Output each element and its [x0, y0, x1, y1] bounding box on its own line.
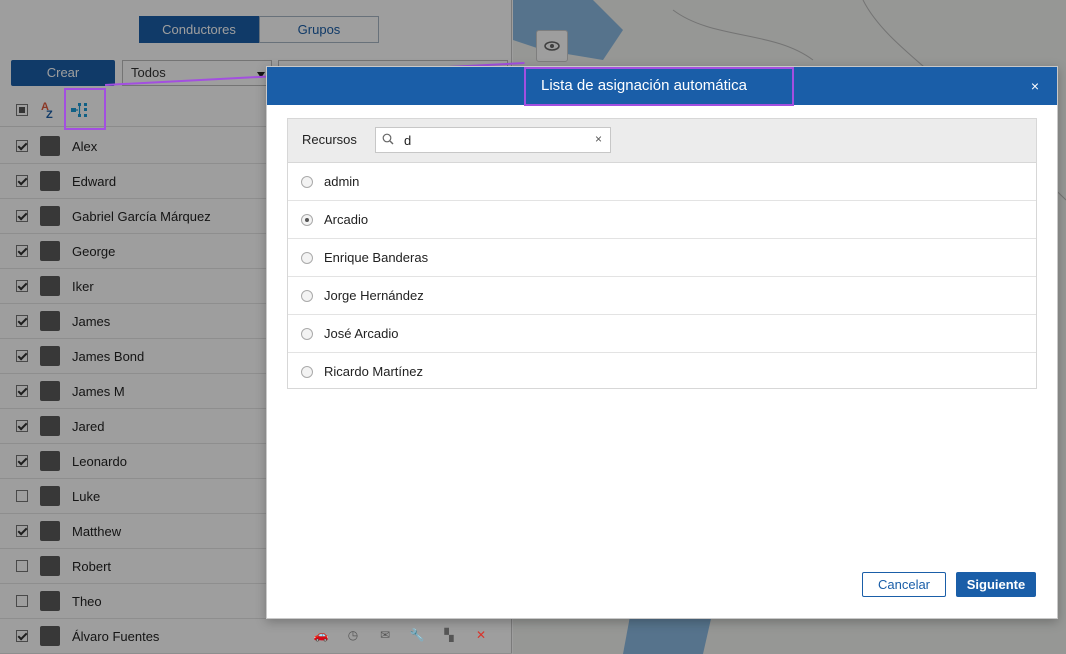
resource-label: Enrique Banderas [324, 250, 429, 265]
avatar [40, 311, 60, 331]
driver-name: Leonardo [72, 454, 127, 469]
title-highlight [524, 67, 794, 106]
avatar [40, 626, 60, 646]
resource-option[interactable]: admin [288, 163, 1036, 201]
search-value: d [404, 133, 412, 148]
resource-option[interactable]: Enrique Banderas [288, 239, 1036, 277]
wrench-icon[interactable]: 🔧 [408, 628, 426, 642]
copy-icon[interactable]: ▚ [440, 628, 458, 642]
resource-label: José Arcadio [324, 326, 399, 341]
avatar [40, 136, 60, 156]
select-all-checkbox[interactable] [16, 104, 28, 116]
driver-name: Robert [72, 559, 112, 574]
driver-name: Alex [72, 139, 98, 154]
next-button[interactable]: Siguiente [956, 572, 1036, 597]
resource-option[interactable]: José Arcadio [288, 315, 1036, 353]
avatar [40, 241, 60, 261]
driver-name: James Bond [72, 349, 145, 364]
avatar [40, 591, 60, 611]
driver-name: Jared [72, 419, 105, 434]
search-icon [382, 133, 394, 145]
driver-checkbox[interactable] [16, 280, 28, 292]
driver-checkbox[interactable] [16, 560, 28, 572]
resource-label: Arcadio [324, 212, 369, 227]
driver-name: Luke [72, 489, 101, 504]
driver-checkbox[interactable] [16, 455, 28, 467]
resource-radio[interactable] [301, 328, 313, 340]
resource-option[interactable]: Ricardo Martínez [288, 353, 1036, 391]
driver-name: Theo [72, 594, 102, 609]
resources-label: Recursos [302, 132, 357, 147]
eye-icon [544, 41, 560, 51]
resources-panel: Recursos d × admin Arcadio Enrique Bandera… [287, 118, 1037, 389]
cancel-button[interactable]: Cancelar [862, 572, 946, 597]
driver-checkbox[interactable] [16, 245, 28, 257]
tab-conductores[interactable]: Conductores [139, 16, 259, 43]
resources-header: Recursos d × [288, 119, 1036, 163]
driver-checkbox[interactable] [16, 595, 28, 607]
resource-radio[interactable] [301, 290, 313, 302]
avatar [40, 486, 60, 506]
close-icon[interactable]: × [1031, 78, 1039, 94]
resource-label: admin [324, 174, 360, 189]
avatar [40, 206, 60, 226]
driver-name: Edward [72, 174, 117, 189]
resource-radio[interactable] [301, 214, 313, 226]
clear-search-icon[interactable]: × [595, 132, 602, 146]
driver-checkbox[interactable] [16, 490, 28, 502]
sort-az-icon[interactable]: AZ [41, 101, 61, 121]
avatar [40, 381, 60, 401]
resource-option[interactable]: Jorge Hernández [288, 277, 1036, 315]
driver-checkbox[interactable] [16, 385, 28, 397]
driver-checkbox[interactable] [16, 210, 28, 222]
resources-search-input[interactable]: d × [375, 127, 611, 153]
mail-icon[interactable]: ✉ [376, 628, 394, 642]
driver-checkbox[interactable] [16, 630, 28, 642]
tab-grupos[interactable]: Grupos [259, 16, 379, 43]
driver-checkbox[interactable] [16, 315, 28, 327]
avatar [40, 276, 60, 296]
delete-icon[interactable]: ✕ [472, 628, 490, 642]
driver-checkbox[interactable] [16, 525, 28, 537]
auto-assign-highlight [64, 88, 106, 130]
resource-label: Jorge Hernández [324, 288, 424, 303]
resource-option[interactable]: Arcadio [288, 201, 1036, 239]
driver-name: Gabriel García Márquez [72, 209, 211, 224]
visibility-button[interactable] [536, 30, 568, 62]
avatar [40, 556, 60, 576]
driver-name: Álvaro Fuentes [72, 629, 160, 644]
driver-checkbox[interactable] [16, 140, 28, 152]
resource-radio[interactable] [301, 252, 313, 264]
avatar [40, 346, 60, 366]
car-icon[interactable]: 🚗 [312, 628, 330, 642]
resource-label: Ricardo Martínez [324, 364, 423, 379]
driver-checkbox[interactable] [16, 350, 28, 362]
driver-name: James [72, 314, 111, 329]
avatar [40, 416, 60, 436]
create-button[interactable]: Crear [11, 60, 115, 86]
driver-checkbox[interactable] [16, 420, 28, 432]
tabs: Conductores Grupos [139, 16, 379, 43]
clock-icon[interactable]: ◷ [344, 628, 362, 642]
avatar [40, 521, 60, 541]
driver-name: James M [72, 384, 125, 399]
driver-checkbox[interactable] [16, 175, 28, 187]
driver-name: Matthew [72, 524, 122, 539]
driver-name: Iker [72, 279, 94, 294]
filter-select-value: Todos [131, 65, 166, 80]
avatar [40, 451, 60, 471]
row-action-icons: 🚗 ◷ ✉ 🔧 ▚ ✕ [312, 628, 490, 642]
driver-name: George [72, 244, 116, 259]
avatar [40, 171, 60, 191]
resource-radio[interactable] [301, 366, 313, 378]
resource-radio[interactable] [301, 176, 313, 188]
